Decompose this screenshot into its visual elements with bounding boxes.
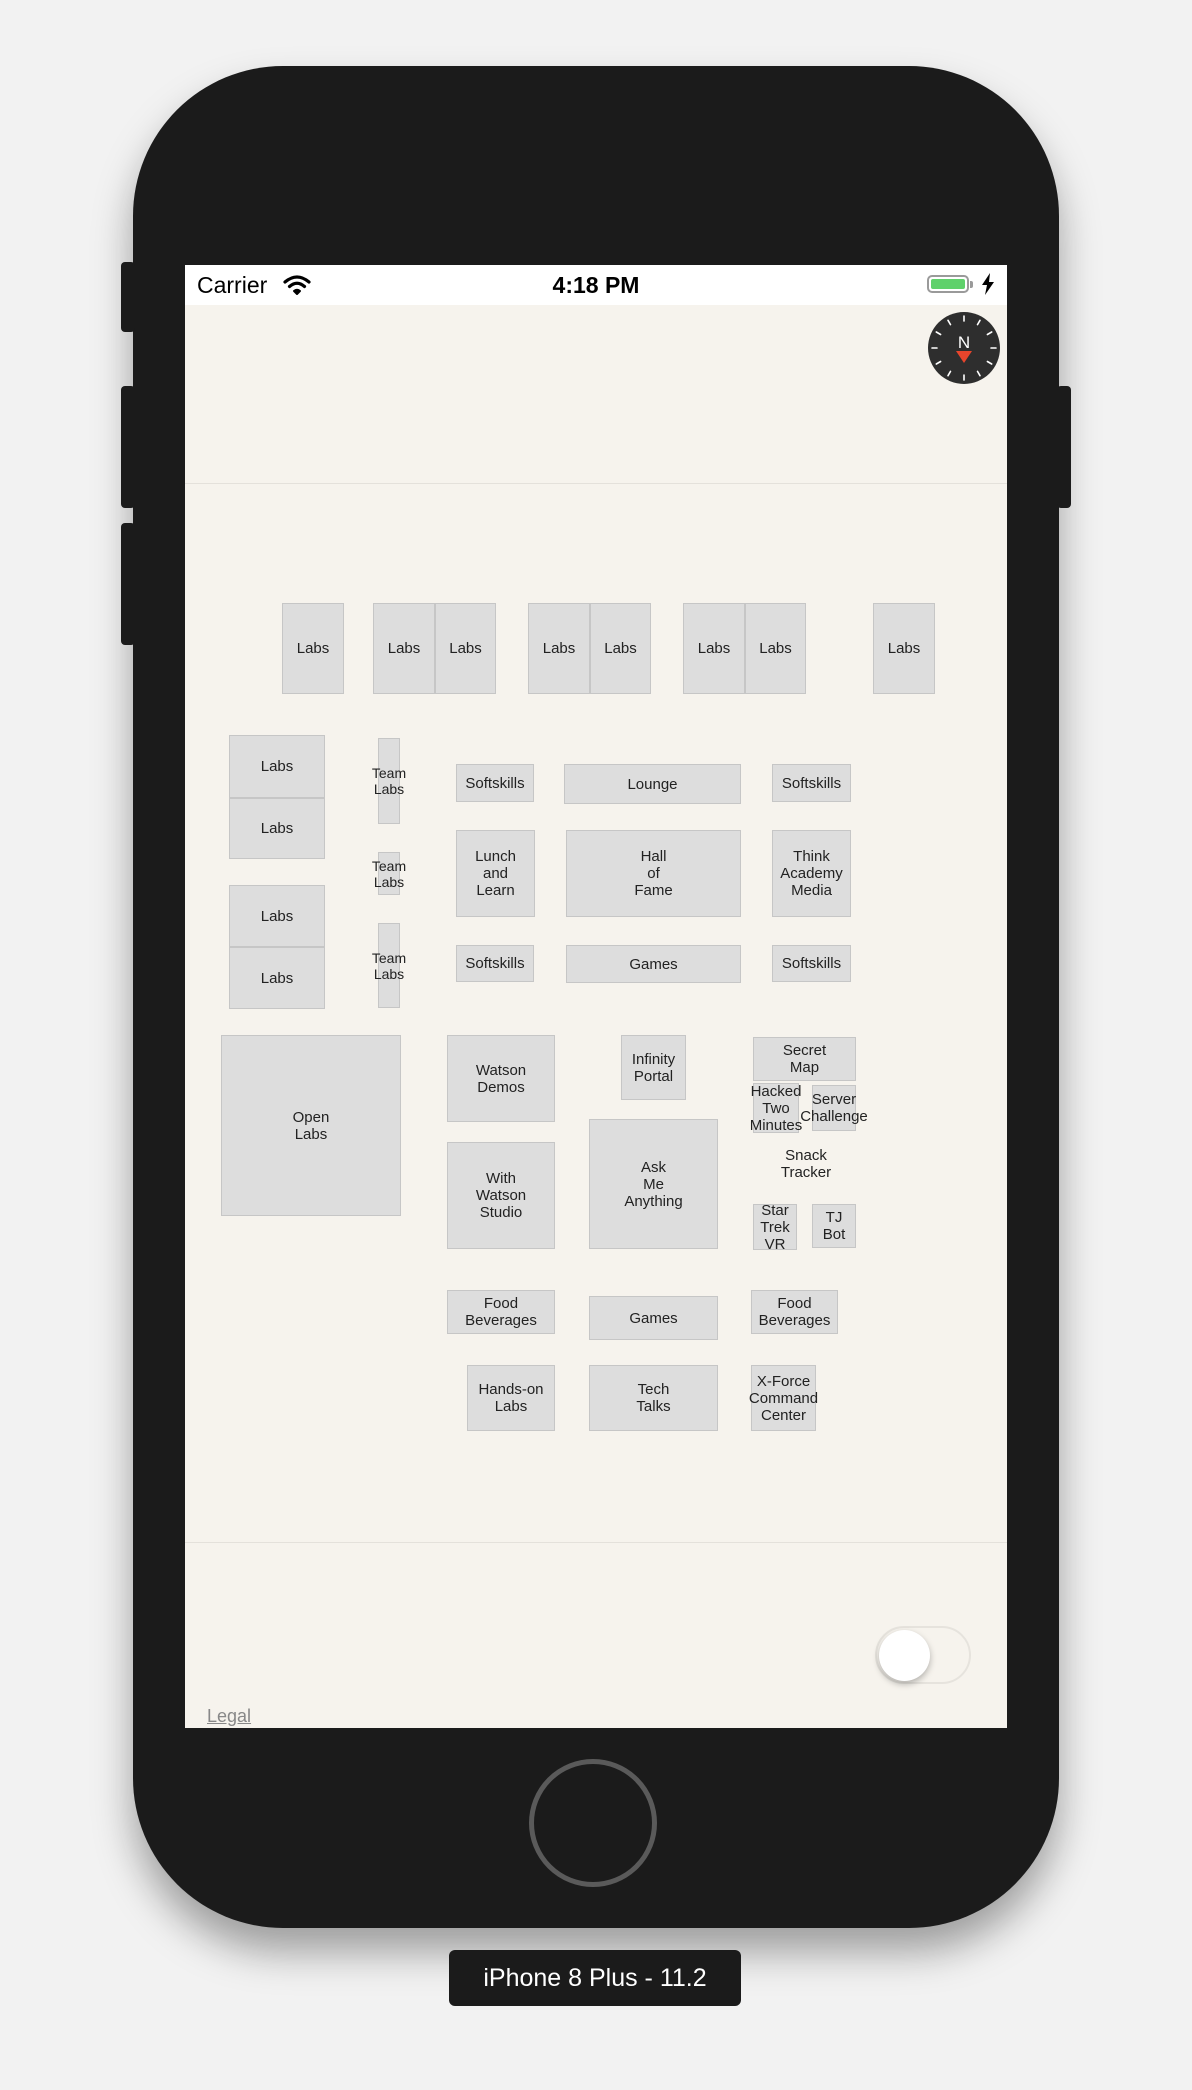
app-screen: Carrier 4:18 PM N Labs Labs Labs Labs La… [185,265,1007,1728]
room-games-2[interactable]: Games [589,1296,718,1340]
map-toggle-switch[interactable] [875,1626,971,1684]
status-time: 4:18 PM [552,272,640,298]
home-button[interactable] [529,1759,657,1887]
room-games-1[interactable]: Games [566,945,741,983]
room-softskills-1[interactable]: Softskills [456,764,534,802]
room-team-labs-2[interactable]: Team Labs [372,852,406,895]
room-labs-2[interactable]: Labs [373,603,435,694]
room-labs-10[interactable]: Labs [229,798,325,859]
room-lunch-and-learn[interactable]: Lunch and Learn [456,830,535,917]
room-tj-bot[interactable]: TJ Bot [812,1204,856,1248]
status-bar: Carrier 4:18 PM [185,265,1007,305]
room-lounge[interactable]: Lounge [564,764,741,804]
room-snack-tracker[interactable]: Snack Tracker [770,1144,842,1184]
room-softskills-4[interactable]: Softskills [772,945,851,982]
room-secret-map[interactable]: Secret Map [753,1037,856,1081]
room-labs-3[interactable]: Labs [435,603,496,694]
volume-down-button [121,523,135,645]
room-labs-4[interactable]: Labs [528,603,590,694]
room-hands-on-labs[interactable]: Hands-on Labs [467,1365,555,1431]
room-team-labs-1[interactable]: Team Labs [372,738,406,824]
compass-north-label: N [958,333,970,352]
room-star-trek-vr[interactable]: Star Trek VR [753,1202,797,1253]
room-food-beverages-1[interactable]: Food Beverages [447,1290,555,1334]
compass-button[interactable]: N [927,311,1001,385]
battery-icon [927,275,969,293]
room-with-watson-studio[interactable]: With Watson Studio [447,1142,555,1249]
room-think-academy-media[interactable]: Think Academy Media [772,830,851,917]
map-bottom-divider [185,1542,1007,1543]
room-labs-7[interactable]: Labs [745,603,806,694]
toggle-knob [879,1630,930,1681]
room-labs-11[interactable]: Labs [229,885,325,947]
map-top-divider [185,483,1007,484]
volume-up-button [121,386,135,508]
room-tech-talks[interactable]: Tech Talks [589,1365,718,1431]
room-labs-12[interactable]: Labs [229,947,325,1009]
room-ask-me-anything[interactable]: Ask Me Anything [589,1119,718,1249]
room-hall-of-fame[interactable]: Hall of Fame [566,830,741,917]
legal-link[interactable]: Legal [207,1706,251,1727]
battery-nub [970,281,973,288]
room-hacked-two-minutes[interactable]: Hacked Two Minutes [750,1083,803,1134]
room-softskills-2[interactable]: Softskills [772,764,851,802]
room-server-challenge[interactable]: Server Challenge [800,1085,868,1131]
charging-bolt-icon [981,273,995,300]
simulator-device-label: iPhone 8 Plus - 11.2 [449,1950,741,2006]
room-labs-9[interactable]: Labs [229,735,325,798]
room-softskills-3[interactable]: Softskills [456,945,534,982]
room-x-force-command-center[interactable]: X-Force Command Center [749,1365,818,1431]
room-labs-1[interactable]: Labs [282,603,344,694]
room-labs-6[interactable]: Labs [683,603,745,694]
room-watson-demos[interactable]: Watson Demos [447,1035,555,1122]
room-open-labs[interactable]: Open Labs [221,1035,401,1216]
compass-icon: N [928,312,1000,384]
room-food-beverages-2[interactable]: Food Beverages [751,1290,838,1334]
room-labs-5[interactable]: Labs [590,603,651,694]
mute-switch [121,262,135,332]
room-infinity-portal[interactable]: Infinity Portal [621,1035,686,1100]
room-team-labs-3[interactable]: Team Labs [372,923,406,1008]
power-button [1057,386,1071,508]
room-labs-8[interactable]: Labs [873,603,935,694]
